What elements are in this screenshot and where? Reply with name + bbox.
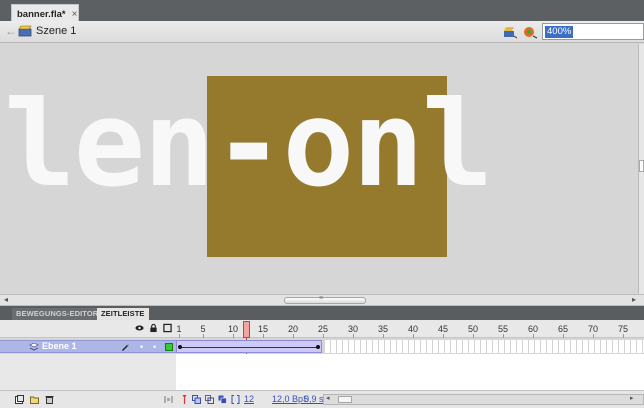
tab-motion-editor[interactable]: BEWEGUNGS-EDITOR (12, 308, 103, 320)
layer-lock-toggle[interactable]: • (153, 342, 156, 352)
frame-grid-empty-area (176, 354, 644, 390)
close-tab-icon[interactable]: × (72, 9, 78, 20)
scene-clapper-icon (18, 25, 32, 37)
center-frame-icon[interactable] (164, 395, 173, 404)
edit-multiple-frames-icon[interactable] (218, 395, 227, 404)
stage-text[interactable]: len-onl (4, 86, 494, 205)
zoom-select[interactable]: 400% (542, 23, 644, 40)
ruler-tick (533, 334, 534, 338)
ruler-tick (623, 334, 624, 338)
tween-line (181, 347, 317, 348)
ruler-frame-number: 55 (497, 324, 509, 334)
ruler-frame-number: 60 (527, 324, 539, 334)
new-folder-icon[interactable] (30, 395, 39, 404)
timeline-scroll-left-icon[interactable]: ◂ (326, 394, 330, 402)
playhead-marker-icon (182, 395, 187, 404)
ruler-tick (293, 334, 294, 338)
layer-outline-toggle[interactable] (165, 343, 173, 351)
ruler-tick (203, 334, 204, 338)
lock-icon[interactable] (149, 323, 158, 333)
ruler-frame-number: 10 (227, 324, 239, 334)
empty-frames[interactable] (324, 340, 644, 353)
edit-bar: ← Szene 1 400% (0, 21, 644, 43)
ruler-tick (443, 334, 444, 338)
ruler-frame-number: 75 (617, 324, 629, 334)
scroll-right-icon[interactable]: ▸ (632, 295, 636, 304)
ruler-frame-number: 70 (587, 324, 599, 334)
ruler-tick (593, 334, 594, 338)
eye-icon[interactable] (135, 323, 144, 333)
ruler-frame-number: 25 (317, 324, 329, 334)
stage-horizontal-scroll-thumb[interactable]: ≡ (284, 295, 366, 304)
keyframe-end[interactable] (316, 345, 320, 349)
ruler-tick (503, 334, 504, 338)
timeline-bottom-bar: 12 12,0 BpS 0,9 s ◂ ▸ (0, 390, 644, 408)
ruler-tick (179, 334, 180, 338)
stage-vertical-scroll-thumb[interactable] (639, 160, 644, 172)
stage-horizontal-scrollbar[interactable]: ◂ ≡ ▸ (0, 294, 644, 306)
ruler-tick (563, 334, 564, 338)
playhead[interactable] (243, 321, 250, 338)
elapsed-time-display[interactable]: 0,9 s (304, 394, 324, 404)
keyframe-start[interactable] (178, 345, 182, 349)
layer-row[interactable]: Ebene 1 • • (0, 340, 176, 353)
ruler-frame-number: 45 (437, 324, 449, 334)
ruler-frame-number: 50 (467, 324, 479, 334)
document-tab[interactable]: banner.fla* × (11, 4, 79, 21)
scene-label[interactable]: Szene 1 (36, 25, 76, 37)
edit-scene-icon[interactable] (522, 24, 538, 39)
panel-tabs: BEWEGUNGS-EDITOR ZEITLEISTE (0, 306, 644, 320)
zoom-value[interactable]: 400% (545, 26, 574, 38)
timeline-horizontal-scrollbar[interactable]: ◂ ▸ (323, 394, 644, 405)
ruler-tick (383, 334, 384, 338)
layer-icon (29, 343, 39, 351)
grip-icon: ≡ (319, 295, 324, 302)
timeline-scroll-thumb[interactable] (338, 396, 352, 403)
document-tab-bar: banner.fla* × (0, 0, 644, 21)
ruler-tick (473, 334, 474, 338)
ruler-tick (233, 334, 234, 338)
stage[interactable]: len-onl (0, 44, 638, 294)
ruler-tick (353, 334, 354, 338)
layer-list-empty-area (0, 354, 176, 390)
ruler-frame-number: 40 (407, 324, 419, 334)
document-tab-title: banner.fla* (17, 8, 66, 20)
motion-tween-span[interactable] (176, 340, 322, 353)
ruler-frame-number: 5 (200, 324, 206, 334)
ruler-frame-number: 15 (257, 324, 269, 334)
modify-onion-markers-icon[interactable] (231, 395, 240, 404)
layer-name[interactable]: Ebene 1 (42, 341, 77, 351)
tab-timeline[interactable]: ZEITLEISTE (97, 308, 149, 320)
layer-frames[interactable] (176, 340, 644, 353)
ruler-tick (263, 334, 264, 338)
new-layer-icon[interactable] (15, 395, 24, 404)
outline-icon[interactable] (163, 323, 172, 333)
delete-layer-icon[interactable] (45, 395, 54, 404)
current-frame-display[interactable]: 12 (244, 394, 254, 404)
timeline-scroll-right-icon[interactable]: ▸ (630, 394, 634, 402)
ruler-frame-number: 1 (176, 324, 182, 334)
onion-skin-outlines-icon[interactable] (205, 395, 214, 404)
ruler-frame-number: 65 (557, 324, 569, 334)
ruler-tick (323, 334, 324, 338)
onion-skin-icon[interactable] (192, 395, 201, 404)
edit-symbol-icon[interactable] (502, 24, 518, 39)
layer-visibility-toggle[interactable]: • (140, 342, 143, 352)
ruler-frame-number: 35 (377, 324, 389, 334)
pencil-icon (122, 344, 129, 351)
scroll-left-icon[interactable]: ◂ (4, 295, 8, 304)
ruler-frame-number: 20 (287, 324, 299, 334)
layer-header-icons (135, 323, 172, 333)
ruler-frame-number: 30 (347, 324, 359, 334)
ruler-tick (413, 334, 414, 338)
back-arrow-icon[interactable]: ← (5, 24, 17, 38)
